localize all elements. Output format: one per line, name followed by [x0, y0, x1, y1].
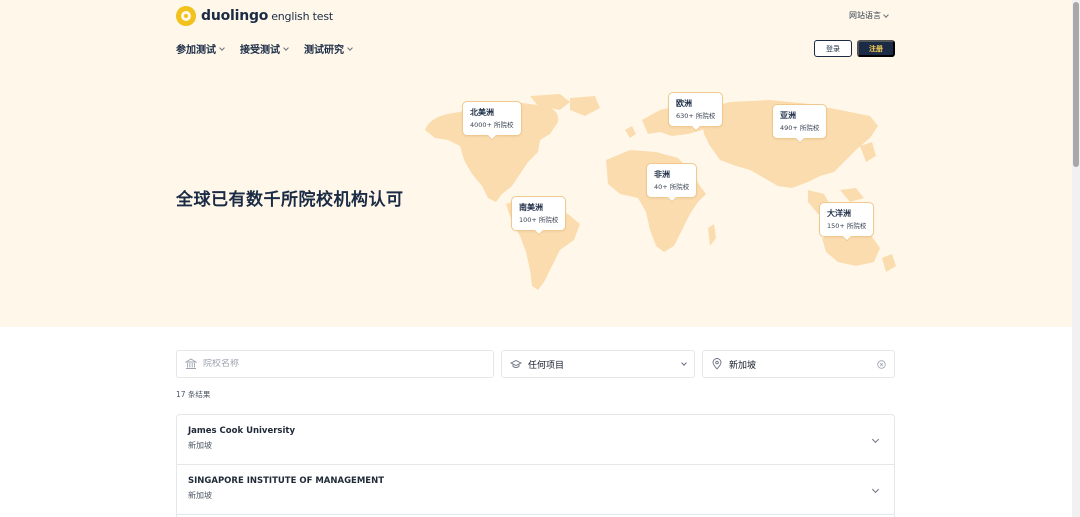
- region-card-asia[interactable]: 亚洲 490+ 所院校: [772, 104, 828, 139]
- chevron-down-icon: [219, 44, 225, 51]
- result-count: 17 条结果: [176, 390, 211, 399]
- graduation-cap-icon: [510, 359, 522, 368]
- nav-item-label: 参加测试: [176, 45, 216, 56]
- region-count: 630+ 所院校: [676, 112, 716, 120]
- result-name: James Cook University: [188, 426, 296, 436]
- site-language-selector[interactable]: 网站语言: [849, 10, 889, 21]
- location-field[interactable]: 新加坡: [702, 350, 895, 378]
- result-location: 新加坡: [188, 491, 212, 500]
- logo-sub-text: english test: [271, 10, 333, 23]
- nav-item-take-test[interactable]: 参加测试: [176, 41, 225, 56]
- result-location: 新加坡: [188, 441, 212, 450]
- region-name: 南美洲: [519, 203, 543, 212]
- nav-item-label: 测试研究: [304, 45, 344, 56]
- chevron-down-icon: [883, 11, 889, 18]
- chevron-down-icon: [347, 44, 353, 51]
- program-select-value: 任何项目: [528, 360, 565, 371]
- logo-icon: [176, 6, 196, 26]
- location-value: 新加坡: [729, 360, 757, 371]
- clear-icon[interactable]: [877, 359, 886, 369]
- nav-item-accept-test[interactable]: 接受测试: [240, 41, 289, 56]
- login-button[interactable]: 登录: [814, 40, 852, 57]
- program-select[interactable]: 任何项目: [501, 350, 695, 378]
- school-name-input[interactable]: [203, 359, 485, 369]
- region-name: 非洲: [654, 170, 670, 179]
- region-card-africa[interactable]: 非洲 40+ 所院校: [646, 163, 698, 198]
- result-name: SINGAPORE INSTITUTE OF MANAGEMENT: [188, 476, 385, 486]
- nav-item-label: 接受测试: [240, 45, 280, 56]
- region-count: 490+ 所院校: [780, 124, 820, 132]
- search-filters: 任何项目 新加坡: [176, 350, 895, 378]
- location-pin-icon: [712, 358, 722, 370]
- logo-main-text: duolingo: [201, 8, 269, 24]
- page-scrollbar[interactable]: [1072, 0, 1080, 517]
- nav-item-test-research[interactable]: 测试研究: [304, 41, 353, 56]
- region-count: 100+ 所院校: [519, 216, 559, 224]
- region-card-oceania[interactable]: 大洋洲 150+ 所院校: [819, 202, 875, 237]
- scrollbar-thumb[interactable]: [1073, 2, 1079, 167]
- results-list: James Cook University 新加坡 SINGAPORE INST…: [176, 414, 895, 517]
- signup-button[interactable]: 注册: [857, 40, 895, 57]
- region-card-europe[interactable]: 欧洲 630+ 所院校: [668, 92, 724, 127]
- chevron-down-icon: [681, 360, 687, 366]
- main-nav: 参加测试 接受测试 测试研究: [176, 41, 353, 56]
- region-count: 40+ 所院校: [654, 183, 690, 191]
- chevron-down-icon: [283, 44, 289, 51]
- region-name: 北美洲: [470, 108, 494, 117]
- region-name: 亚洲: [780, 111, 796, 120]
- region-name: 大洋洲: [827, 209, 851, 218]
- hero-title: 全球已有数千所院校机构认可: [176, 190, 404, 210]
- site-header: duolingo english test 网站语言 参加测试 接受测试 测试研究…: [0, 0, 1072, 70]
- list-item[interactable]: SINGAPORE INSTITUTE OF MANAGEMENT 新加坡: [177, 465, 894, 515]
- region-card-north-america[interactable]: 北美洲 4000+ 所院校: [462, 101, 522, 136]
- site-language-label: 网站语言: [849, 11, 881, 20]
- region-card-south-america[interactable]: 南美洲 100+ 所院校: [511, 196, 567, 231]
- bank-icon: [185, 358, 197, 369]
- region-name: 欧洲: [676, 99, 692, 108]
- school-name-field[interactable]: [176, 350, 494, 378]
- region-count: 4000+ 所院校: [470, 121, 514, 129]
- region-count: 150+ 所院校: [827, 222, 867, 230]
- list-item[interactable]: James Cook University 新加坡: [177, 415, 894, 465]
- logo[interactable]: duolingo english test: [176, 6, 333, 26]
